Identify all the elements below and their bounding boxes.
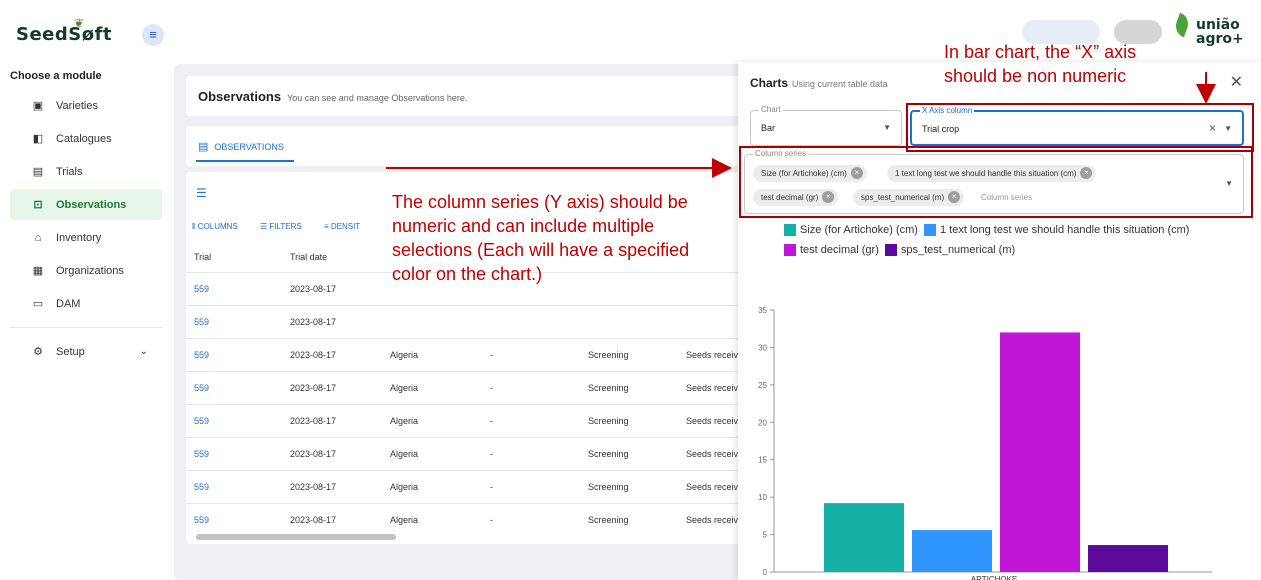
annotation-arrows [386,72,1216,178]
